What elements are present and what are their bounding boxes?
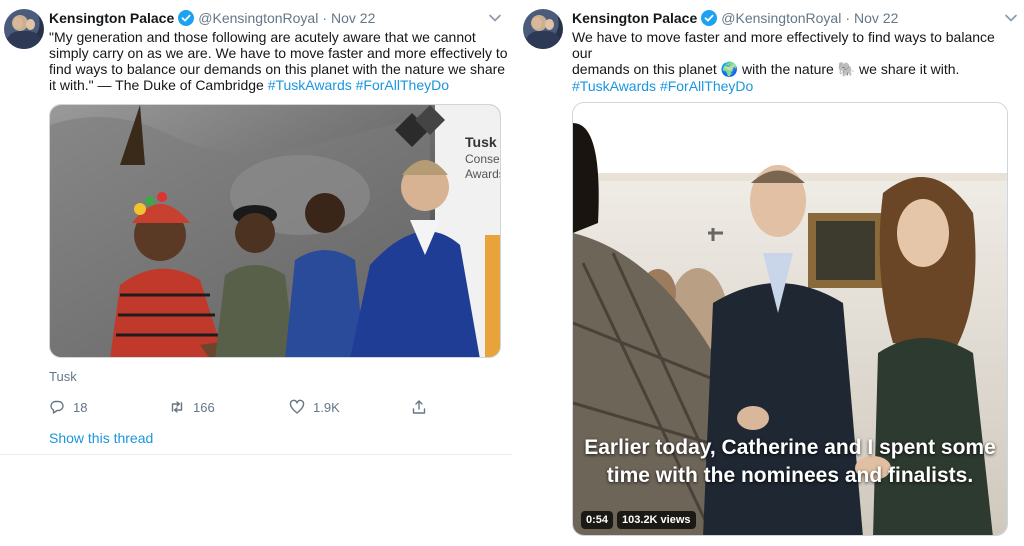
video-caption-line: Earlier today, Catherine and I spent som… (584, 436, 996, 459)
verified-badge-icon (178, 10, 195, 26)
display-name[interactable]: Kensington Palace (572, 10, 697, 26)
like-button[interactable]: 1.9K (289, 399, 411, 415)
show-thread-link[interactable]: Show this thread (49, 430, 153, 446)
separator-dot: · (845, 10, 850, 26)
chevron-down-icon[interactable] (1004, 11, 1018, 25)
hashtag-link[interactable]: #TuskAwards (268, 77, 352, 93)
like-count: 1.9K (313, 399, 340, 415)
tweet-right: Kensington Palace @KensingtonRoyal · Nov… (514, 0, 1024, 546)
hashtag-link[interactable]: #ForAllTheyDo (356, 77, 449, 93)
chevron-down-icon[interactable] (488, 11, 502, 25)
tweet-date[interactable]: Nov 22 (331, 10, 375, 26)
hashtags: #TuskAwards #ForAllTheyDo (572, 78, 753, 94)
media-source[interactable]: Tusk (49, 369, 77, 384)
tweet-photo[interactable]: Tusk Conserva Awards (49, 104, 501, 358)
tweet-header: Kensington Palace @KensingtonRoyal · Nov… (49, 10, 375, 26)
tweet-text-fragment: we share it with. (859, 61, 960, 77)
handle[interactable]: @KensingtonRoyal (198, 10, 318, 26)
display-name[interactable]: Kensington Palace (49, 10, 174, 26)
hashtag-link[interactable]: #ForAllTheyDo (660, 78, 753, 94)
tweet-text-fragment: demands on this planet (572, 61, 717, 77)
tweet-text-line: it with." — The Duke of Cambridge #TuskA… (49, 77, 509, 93)
globe-emoji-icon: 🌍 (720, 61, 739, 77)
photo-illustration: Tusk Conserva Awards (50, 105, 501, 357)
tweet-text-line: demands on this planet 🌍 with the nature… (572, 61, 1012, 77)
video-caption-line: time with the nominees and finalists. (606, 464, 974, 487)
heart-icon (289, 399, 305, 414)
tweet-text: "My generation and those following are a… (49, 29, 509, 93)
handle[interactable]: @KensingtonRoyal (721, 10, 841, 26)
tweet-date[interactable]: Nov 22 (854, 10, 898, 26)
tweet-left: Kensington Palace @KensingtonRoyal · Nov… (0, 0, 512, 455)
sign-text: Conserva (465, 152, 501, 166)
reply-button[interactable]: 18 (49, 399, 169, 415)
hashtag-link[interactable]: #TuskAwards (572, 78, 656, 94)
tweet-text-line: simply carry on as we are. We have to mo… (49, 45, 508, 61)
retweet-count: 166 (193, 399, 215, 415)
retweet-icon (171, 401, 183, 413)
reply-count: 18 (73, 399, 88, 415)
video-caption: Earlier today, Catherine and I spent som… (573, 434, 1007, 490)
tweet-text: We have to move faster and more effectiv… (572, 29, 1012, 77)
reply-icon (50, 400, 64, 414)
share-icon (412, 400, 426, 414)
tweet-text-fragment: with the nature (741, 61, 834, 77)
avatar[interactable] (4, 9, 44, 49)
video-views: 103.2K views (617, 511, 696, 529)
avatar[interactable] (523, 9, 563, 49)
share-button[interactable] (411, 399, 427, 415)
retweet-button[interactable]: 166 (169, 399, 289, 415)
tweet-text-line: We have to move faster and more effectiv… (572, 29, 995, 61)
video-duration: 0:54 (581, 511, 614, 529)
tweet-actions: 18 166 1.9K (49, 399, 427, 415)
separator-dot: · (322, 10, 327, 26)
tweet-text-line: find ways to balance our demands on this… (49, 61, 506, 77)
tweet-text-line: "My generation and those following are a… (49, 29, 476, 45)
tweet-text-fragment: it with." — The Duke of Cambridge (49, 77, 268, 93)
verified-badge-icon (701, 10, 718, 26)
tweet-header: Kensington Palace @KensingtonRoyal · Nov… (572, 10, 898, 26)
sign-text: Awards (465, 167, 501, 181)
video-badges: 0:54 103.2K views (581, 511, 696, 529)
tweet-video[interactable]: Earlier today, Catherine and I spent som… (572, 102, 1008, 536)
elephant-emoji-icon: 🐘 (837, 61, 856, 77)
sign-text: Tusk (465, 134, 497, 150)
